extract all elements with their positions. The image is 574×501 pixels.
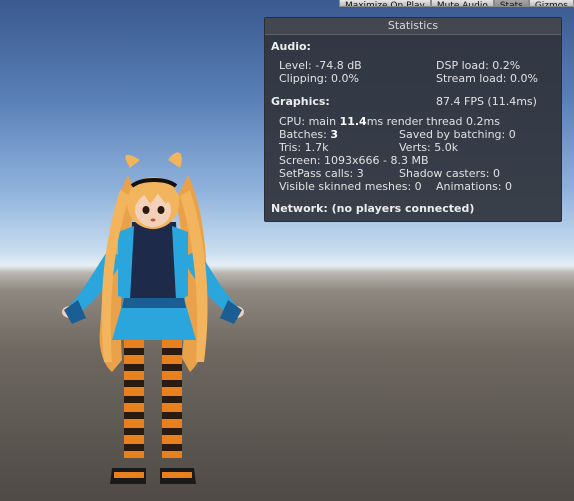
batches: Batches: 3	[279, 128, 338, 141]
audio-header: Audio:	[271, 40, 311, 53]
visible-skinned-meshes: Visible skinned meshes: 0	[279, 180, 422, 193]
cpu-prefix: CPU: main	[279, 115, 340, 128]
screen-info: Screen: 1093x666 - 8.3 MB	[279, 154, 429, 167]
statistics-title: Statistics	[265, 18, 561, 35]
dsp-load: DSP load: 0.2%	[436, 59, 521, 72]
batches-prefix: Batches:	[279, 128, 331, 141]
audio-level: Level: -74.8 dB	[279, 59, 362, 72]
cpu-timing: CPU: main 11.4ms render thread 0.2ms	[279, 115, 500, 128]
shadow-casters: Shadow casters: 0	[399, 167, 500, 180]
game-viewport[interactable]: Maximize On Play Mute Audio Stats Gizmos…	[0, 0, 574, 501]
stream-load: Stream load: 0.0%	[436, 72, 538, 85]
graphics-header: Graphics:	[271, 95, 330, 108]
setpass-calls: SetPass calls: 3	[279, 167, 364, 180]
stats-toggle[interactable]: Stats	[493, 0, 529, 7]
batches-value: 3	[330, 128, 338, 141]
fps-readout: 87.4 FPS (11.4ms)	[436, 95, 537, 108]
mute-audio-toggle[interactable]: Mute Audio	[430, 0, 494, 7]
cpu-main-value: 11.4	[339, 115, 367, 128]
saved-by-batching: Saved by batching: 0	[399, 128, 516, 141]
cpu-suffix: ms render thread 0.2ms	[366, 115, 500, 128]
game-view-toolbar: Maximize On Play Mute Audio Stats Gizmos	[338, 0, 574, 7]
maximize-on-play-toggle[interactable]: Maximize On Play	[338, 0, 431, 7]
animations-count: Animations: 0	[436, 180, 513, 193]
network-status: Network: (no players connected)	[271, 202, 475, 215]
audio-clipping: Clipping: 0.0%	[279, 72, 359, 85]
statistics-panel: Statistics Audio: Level: -74.8 dB Clippi…	[264, 17, 562, 222]
tris-count: Tris: 1.7k	[279, 141, 329, 154]
verts-count: Verts: 5.0k	[399, 141, 459, 154]
gizmos-dropdown[interactable]: Gizmos	[528, 0, 574, 7]
